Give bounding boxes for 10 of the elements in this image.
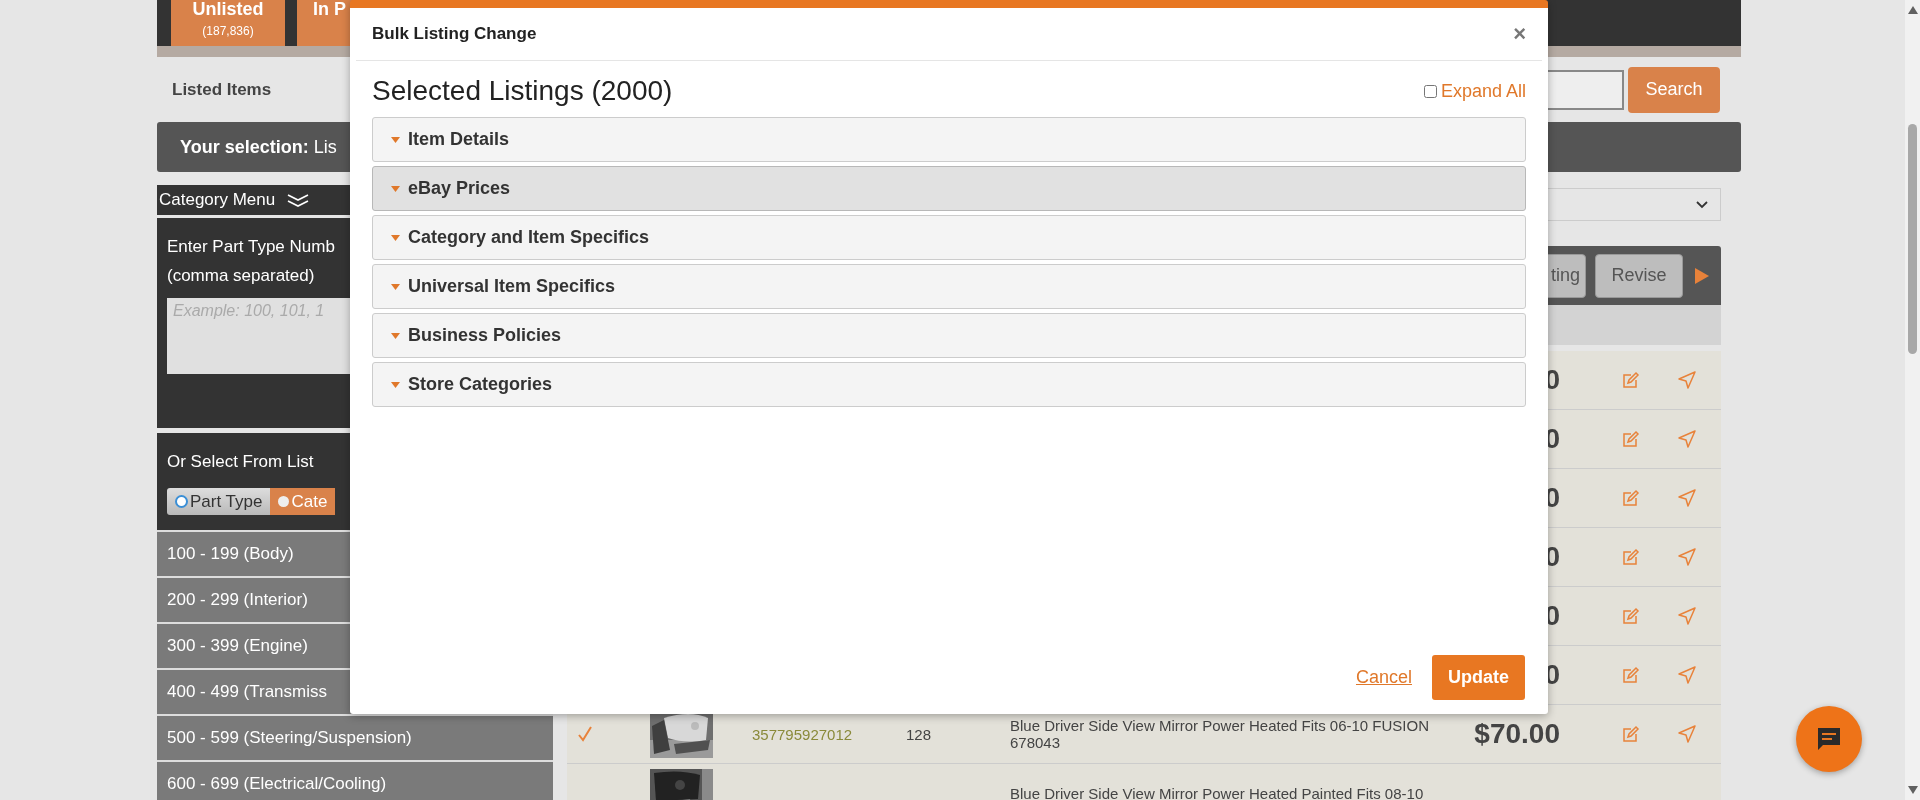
page-title: Listed Items <box>171 79 272 100</box>
selected-listings-heading: Selected Listings (2000) <box>372 75 673 107</box>
item-title: Blue Driver Side View Mirror Power Heated Fits 06-10 FUSION 678043 <box>1010 717 1430 751</box>
field-label: Enter Part Type Numb (comma separated) <box>167 236 335 287</box>
price: $70.00 <box>1474 718 1560 749</box>
list-heading: Or Select From List <box>167 451 314 473</box>
selection-text: Your selection: Lis <box>180 136 337 158</box>
quantity: 128 <box>906 725 932 743</box>
dialog-title: Bulk Listing Change <box>372 24 537 44</box>
item-title: Blue Driver Side View Mirror Power Heated Painted Fits 08-10 <box>1010 784 1424 800</box>
